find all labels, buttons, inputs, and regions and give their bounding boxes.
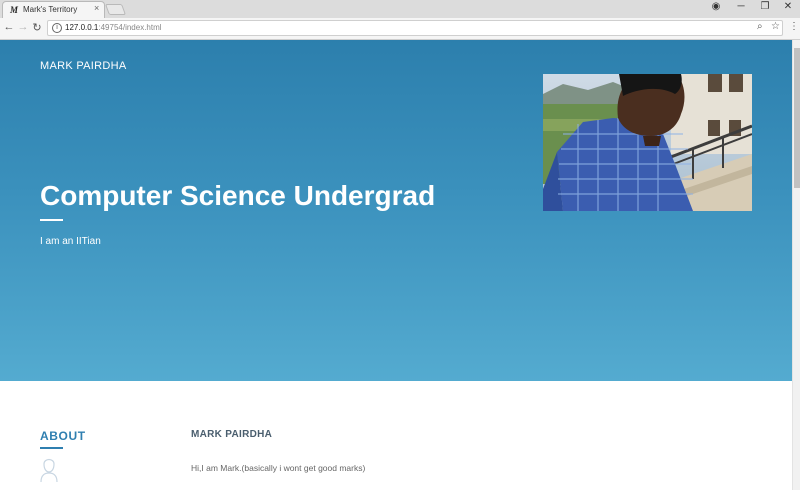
page-scrollbar[interactable] [792, 40, 800, 490]
tab-favicon-icon: M [10, 5, 19, 15]
account-icon[interactable]: ◉ [708, 1, 724, 12]
hero-subtitle: I am an IITian [40, 236, 101, 247]
url-text[interactable]: 127.0.0.1:49754/index.html [65, 23, 162, 32]
site-info-icon[interactable]: i [52, 23, 62, 33]
about-divider [40, 447, 63, 449]
tab-title: Mark's Territory [23, 5, 78, 14]
profile-photo [543, 74, 752, 211]
new-tab-button[interactable] [104, 4, 127, 15]
browser-titlebar: M Mark's Territory × ◉ ─ ❐ ✕ [0, 0, 800, 18]
user-avatar-icon [40, 456, 58, 487]
tab-close-icon[interactable]: × [94, 3, 99, 13]
zoom-icon[interactable]: ⌕ [757, 21, 763, 32]
hero-title: Computer Science Undergrad [40, 180, 436, 211]
url-host: 127.0.0.1 [65, 23, 99, 32]
browser-menu-icon[interactable]: ⋮ [789, 21, 799, 32]
forward-icon[interactable]: → [17, 21, 29, 33]
address-bar[interactable]: i 127.0.0.1:49754/index.html ⌕ ☆ [47, 20, 783, 36]
back-icon[interactable]: ← [3, 21, 15, 33]
about-heading: ABOUT [40, 429, 86, 443]
scrollbar-thumb[interactable] [794, 48, 800, 188]
reload-icon[interactable]: ↻ [31, 21, 43, 34]
page-viewport: MARK PAIRDHA Computer Science Undergrad … [0, 40, 792, 490]
url-path: :49754/index.html [98, 23, 162, 32]
browser-tab[interactable]: M Mark's Territory × [2, 1, 105, 18]
bookmark-star-icon[interactable]: ☆ [771, 21, 780, 32]
site-brand[interactable]: MARK PAIRDHA [40, 60, 127, 72]
about-name: MARK PAIRDHA [191, 429, 273, 440]
minimize-icon[interactable]: ─ [733, 1, 749, 12]
hero-section: MARK PAIRDHA Computer Science Undergrad … [0, 40, 792, 381]
about-text: Hi,I am Mark.(basically i wont get good … [191, 463, 366, 473]
maximize-icon[interactable]: ❐ [757, 1, 773, 12]
browser-toolbar: ← → ↻ i 127.0.0.1:49754/index.html ⌕ ☆ ⋮ [0, 18, 800, 40]
close-window-icon[interactable]: ✕ [780, 1, 796, 12]
hero-divider [40, 219, 63, 221]
